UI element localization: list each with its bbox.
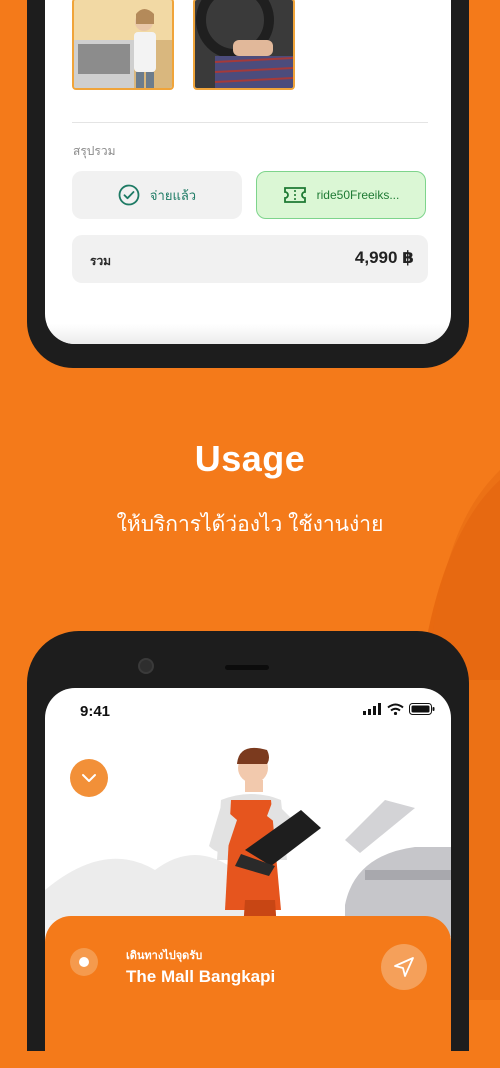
chevron-down-icon xyxy=(82,774,96,782)
coupon-code-label: ride50Freeiks... xyxy=(316,188,400,202)
cellular-signal-icon xyxy=(363,703,381,715)
paid-status-label: จ่ายแล้ว xyxy=(149,187,197,203)
navigation-card: เดินทางไปจุดรับ The Mall Bangkapi xyxy=(45,916,451,1068)
page-subtitle: ให้บริการได้ว่องไว ใช้งานง่าย xyxy=(116,513,384,536)
coupon-code-button[interactable]: ride50Freeiks... xyxy=(256,171,426,219)
check-circle-icon xyxy=(118,184,140,206)
wifi-icon xyxy=(387,703,404,715)
paid-status-button[interactable]: จ่ายแล้ว xyxy=(72,171,242,219)
earpiece-speaker xyxy=(225,665,269,670)
ticket-icon xyxy=(283,187,306,203)
navigation-caption: เดินทางไปจุดรับ xyxy=(126,950,203,962)
section-divider xyxy=(72,122,428,123)
total-amount: 4,990 ฿ xyxy=(354,248,414,267)
phone-mockup-top: สรุปรวม จ่ายแล้ว ride50Freeiks... รวม 4,… xyxy=(27,0,469,368)
total-summary-card: รวม 4,990 ฿ xyxy=(72,235,428,283)
photo-thumbnail-breakdown[interactable] xyxy=(72,0,174,90)
destination-name: The Mall Bangkapi xyxy=(126,967,276,986)
front-camera xyxy=(138,658,154,674)
battery-icon xyxy=(409,703,435,715)
phone-mockup-bottom: 9:41 เดินทางไปจุดรับ The Mall Bangkapi xyxy=(27,631,469,1068)
location-dot-icon xyxy=(70,948,98,976)
status-bar-time: 9:41 xyxy=(80,703,111,720)
navigation-arrow-icon xyxy=(394,957,414,977)
photo-ignition-image xyxy=(195,0,293,88)
payment-summary-screen: สรุปรวม จ่ายแล้ว ride50Freeiks... รวม 4,… xyxy=(45,0,451,344)
collapse-button[interactable] xyxy=(70,759,108,797)
navigation-screen: 9:41 เดินทางไปจุดรับ The Mall Bangkapi xyxy=(45,688,451,1068)
total-label: รวม xyxy=(90,254,112,268)
screen-bottom-fade xyxy=(45,324,451,344)
photo-thumbnail-ignition[interactable] xyxy=(193,0,295,90)
status-bar-icons xyxy=(363,703,435,715)
start-navigation-button[interactable] xyxy=(381,944,427,990)
summary-label: สรุปรวม xyxy=(73,144,116,158)
photo-breakdown-image xyxy=(74,0,172,88)
page-title: Usage xyxy=(194,438,306,479)
